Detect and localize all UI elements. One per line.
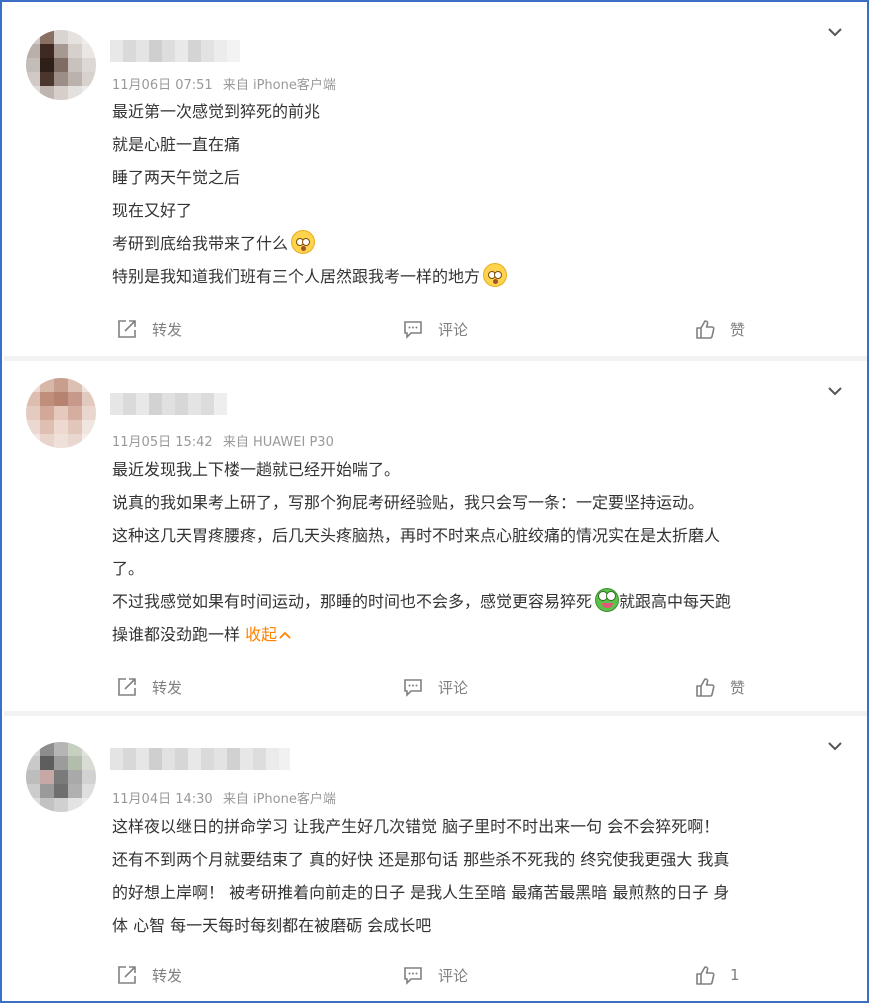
post-card: 11月05日 15:42 来自 HUAWEI P30 最近发现我上下楼一趟就已经… bbox=[4, 361, 867, 713]
post-time[interactable]: 11月05日 15:42 bbox=[112, 435, 213, 450]
forward-button[interactable]: 转发 bbox=[116, 964, 182, 986]
content-line: 说真的我如果考上研了，写那个狗屁考研经验贴，我只会写一条：一定要坚持运动。 bbox=[112, 493, 705, 512]
forward-label: 转发 bbox=[152, 966, 183, 985]
post-source: 来自 HUAWEI P30 bbox=[222, 435, 334, 450]
post-actions: 转发 评论 1 bbox=[6, 964, 865, 990]
forward-icon bbox=[118, 678, 136, 696]
forward-button[interactable]: 转发 bbox=[116, 318, 182, 340]
post-source: 来自 iPhone客户端 bbox=[222, 792, 336, 807]
post-time[interactable]: 11月06日 07:51 bbox=[112, 78, 213, 93]
forward-label: 转发 bbox=[152, 320, 183, 339]
comment-icon bbox=[404, 321, 422, 339]
flushed-emoji-icon bbox=[291, 230, 316, 254]
content-text: 不过我感觉如果有时间运动，那睡的时间也不会多，感觉更容易猝死 bbox=[112, 592, 593, 611]
like-icon bbox=[696, 678, 715, 697]
post-meta: 11月06日 07:51 来自 iPhone客户端 bbox=[112, 74, 336, 93]
flushed-emoji-icon bbox=[483, 263, 508, 287]
content-line: 特别是我知道我们班有三个人居然跟我考一样的地方 bbox=[112, 260, 852, 293]
forward-label: 转发 bbox=[152, 678, 183, 697]
post-content: 这样夜以继日的拼命学习 让我产生好几次错觉 脑子里时不时出来一句 会不会猝死啊！… bbox=[112, 810, 852, 942]
like-button[interactable]: 赞 bbox=[694, 318, 745, 340]
forward-icon bbox=[118, 320, 136, 338]
content-text: 操谁都没劲跑一样 bbox=[112, 625, 241, 644]
avatar[interactable] bbox=[26, 30, 96, 100]
content-line: 这种这几天胃疼腰疼，后几天头疼脑热，再时不时来点心脏绞痛的情况实在是太折磨人 bbox=[112, 526, 721, 545]
like-button[interactable]: 赞 bbox=[694, 676, 745, 698]
content-line: 了。 bbox=[112, 559, 145, 578]
post-card: 11月04日 14:30 来自 iPhone客户端 这样夜以继日的拼命学习 让我… bbox=[4, 716, 867, 1001]
content-line: 考研到底给我带来了什么 bbox=[112, 227, 852, 260]
like-count: 1 bbox=[730, 966, 740, 984]
content-line: 现在又好了 bbox=[112, 201, 193, 220]
post-content: 最近发现我上下楼一趟就已经开始喘了。 说真的我如果考上研了，写那个狗屁考研经验贴… bbox=[112, 453, 852, 651]
forward-button[interactable]: 转发 bbox=[116, 676, 182, 698]
chevron-down-icon[interactable] bbox=[827, 383, 843, 399]
post-time[interactable]: 11月04日 14:30 bbox=[112, 792, 213, 807]
content-line: 还有不到两个月就要结束了 真的好快 还是那句话 那些杀不死我的 终究使我更强大 … bbox=[112, 850, 730, 869]
feed-frame: 11月06日 07:51 来自 iPhone客户端 最近第一次感觉到猝死的前兆 … bbox=[0, 0, 869, 1003]
collapse-label: 收起 bbox=[245, 625, 278, 644]
username-blurred[interactable] bbox=[110, 40, 240, 62]
like-icon bbox=[696, 966, 715, 985]
content-line: 不过我感觉如果有时间运动，那睡的时间也不会多，感觉更容易猝死 就跟高中每天跑 bbox=[112, 585, 852, 618]
like-icon bbox=[696, 320, 715, 339]
post-meta: 11月05日 15:42 来自 HUAWEI P30 bbox=[112, 431, 334, 450]
comment-label: 评论 bbox=[438, 320, 469, 339]
chevron-down-icon[interactable] bbox=[827, 24, 843, 40]
content-line: 最近发现我上下楼一趟就已经开始喘了。 bbox=[112, 460, 401, 479]
content-text: 考研到底给我带来了什么 bbox=[112, 234, 289, 253]
like-label: 赞 bbox=[730, 678, 746, 697]
comment-button[interactable]: 评论 bbox=[402, 318, 468, 340]
comment-icon bbox=[404, 967, 422, 985]
post-card: 11月06日 07:51 来自 iPhone客户端 最近第一次感觉到猝死的前兆 … bbox=[4, 2, 867, 356]
content-line: 就是心脏一直在痛 bbox=[112, 135, 241, 154]
content-line: 这样夜以继日的拼命学习 让我产生好几次错觉 脑子里时不时出来一句 会不会猝死啊！ bbox=[112, 817, 720, 836]
comment-label: 评论 bbox=[438, 966, 469, 985]
like-button[interactable]: 1 bbox=[694, 964, 740, 986]
avatar[interactable] bbox=[26, 378, 96, 448]
collapse-link[interactable]: 收起 bbox=[245, 625, 291, 644]
chevron-down-icon[interactable] bbox=[827, 738, 843, 754]
comment-label: 评论 bbox=[438, 678, 469, 697]
comment-button[interactable]: 评论 bbox=[402, 676, 468, 698]
post-actions: 转发 评论 赞 bbox=[6, 318, 865, 344]
post-content: 最近第一次感觉到猝死的前兆 就是心脏一直在痛 睡了两天午觉之后 现在又好了 考研… bbox=[112, 95, 852, 293]
comment-button[interactable]: 评论 bbox=[402, 964, 468, 986]
content-line: 操谁都没劲跑一样 收起 bbox=[112, 618, 852, 651]
content-line: 睡了两天午觉之后 bbox=[112, 168, 241, 187]
forward-icon bbox=[118, 966, 136, 984]
content-line: 的好想上岸啊！ 被考研推着向前走的日子 是我人生至暗 最痛苦最黑暗 最煎熬的日子… bbox=[112, 883, 730, 902]
content-line: 体 心智 每一天每时每刻都在被磨砺 会成长吧 bbox=[112, 916, 432, 935]
chevron-up-icon bbox=[279, 631, 291, 639]
username-blurred[interactable] bbox=[110, 393, 228, 415]
post-meta: 11月04日 14:30 来自 iPhone客户端 bbox=[112, 788, 336, 807]
post-actions: 转发 评论 赞 bbox=[6, 676, 865, 702]
comment-icon bbox=[404, 679, 422, 697]
like-label: 赞 bbox=[730, 320, 746, 339]
content-line: 最近第一次感觉到猝死的前兆 bbox=[112, 102, 321, 121]
content-text: 特别是我知道我们班有三个人居然跟我考一样的地方 bbox=[112, 267, 481, 286]
frog-emoji-icon bbox=[595, 588, 620, 612]
username-blurred[interactable] bbox=[110, 748, 290, 770]
avatar[interactable] bbox=[26, 742, 96, 812]
content-text: 就跟高中每天跑 bbox=[619, 592, 732, 611]
post-source: 来自 iPhone客户端 bbox=[222, 78, 336, 93]
